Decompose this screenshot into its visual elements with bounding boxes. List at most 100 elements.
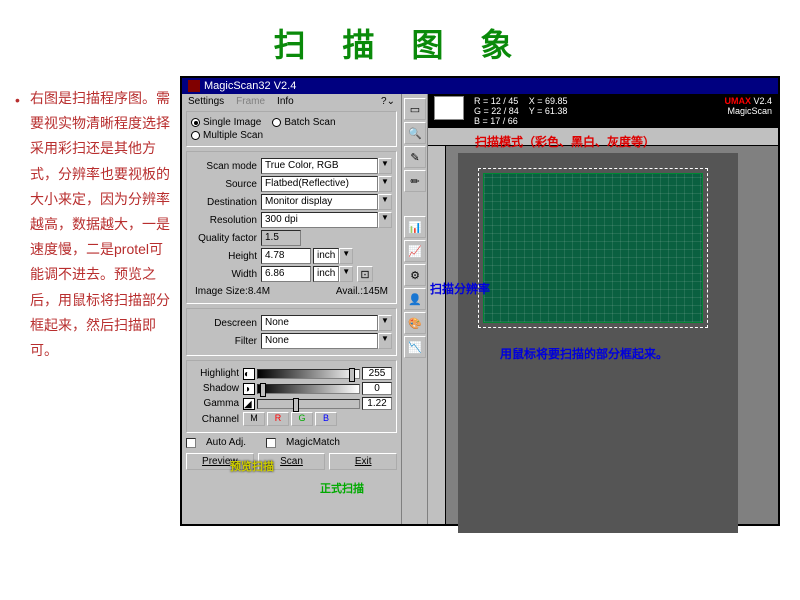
selection-rectangle[interactable] (478, 168, 708, 328)
status-y: Y = 61.38 (529, 106, 568, 116)
shadow-icon: ◑ (243, 383, 255, 395)
height-label: Height (191, 251, 261, 262)
auto-adj-checkbox[interactable] (186, 438, 196, 448)
radio-multiple-label: Multiple Scan (203, 130, 263, 141)
height-input[interactable]: 4.78 (261, 248, 311, 264)
chevron-down-icon[interactable]: ▼ (339, 248, 353, 264)
chevron-down-icon[interactable]: ▼ (378, 194, 392, 210)
window-title: MagicScan32 V2.4 (204, 80, 296, 92)
chevron-down-icon[interactable]: ▼ (378, 315, 392, 331)
preview-button[interactable]: Preview (186, 453, 254, 470)
window-titlebar: MagicScan32 V2.4 (182, 78, 778, 94)
radio-single-image[interactable] (191, 118, 200, 127)
radio-single-label: Single Image (203, 117, 261, 128)
shadow-label: Shadow (191, 383, 241, 394)
preview-area[interactable] (428, 128, 778, 524)
lock-aspect-icon[interactable]: ⊡ (357, 266, 373, 282)
magicmatch-label: MagicMatch (286, 437, 340, 448)
radio-multiple-scan[interactable] (191, 131, 200, 140)
adjust-section: Highlight ◐ 255 Shadow ◑ 0 Gamma ◢ (186, 360, 397, 433)
height-unit[interactable]: inch (313, 248, 339, 264)
scan-settings-section: Scan mode True Color, RGB ▼ Source Flatb… (186, 151, 397, 304)
status-bar: R = 12 / 45 G = 22 / 84 B = 17 / 66 X = … (428, 94, 778, 128)
color-wheel-icon[interactable]: 🎨 (404, 312, 426, 334)
curves-icon[interactable]: 📈 (404, 240, 426, 262)
status-g: G = 22 / 84 (474, 106, 519, 116)
channel-m-button[interactable]: M (243, 412, 265, 426)
menu-settings[interactable]: Settings (188, 96, 224, 107)
description-panel: 右图是扫描程序图。需要视实物清晰程度选择采用彩扫还是其他方式，分辨率也要视板的大… (10, 76, 180, 526)
selection-tool-icon[interactable]: ▭ (404, 98, 426, 120)
color-balance-icon[interactable]: ⚙ (404, 264, 426, 286)
version-label: V2.4 (753, 96, 772, 106)
image-size-label: Image Size: (195, 286, 248, 297)
highlight-icon: ◐ (243, 368, 255, 380)
action-buttons: Preview Scan Exit (182, 450, 401, 473)
eyedropper-black-icon[interactable]: ✏ (404, 170, 426, 192)
status-r: R = 12 / 45 (474, 96, 519, 106)
scan-button[interactable]: Scan (258, 453, 326, 470)
checkbox-row: Auto Adj. MagicMatch (182, 435, 401, 450)
menubar: Settings Frame Info ?⌄ (182, 94, 401, 109)
scanner-app-window: MagicScan32 V2.4 Settings Frame Info ?⌄ … (180, 76, 780, 526)
magicmatch-checkbox[interactable] (266, 438, 276, 448)
scan-mode-select[interactable]: True Color, RGB (261, 158, 378, 174)
filter-label: Filter (191, 336, 261, 347)
histogram-icon[interactable]: 📉 (404, 336, 426, 358)
exit-button[interactable]: Exit (329, 453, 397, 470)
width-unit[interactable]: inch (313, 266, 339, 282)
width-label: Width (191, 269, 261, 280)
gamma-label: Gamma (191, 398, 241, 409)
filter-section: Descreen None ▼ Filter None ▼ (186, 308, 397, 356)
levels-icon[interactable]: 📊 (404, 216, 426, 238)
horizontal-ruler (428, 128, 778, 146)
resolution-select[interactable]: 300 dpi (261, 212, 378, 228)
radio-batch-scan[interactable] (272, 118, 281, 127)
portrait-icon[interactable]: 👤 (404, 288, 426, 310)
channel-g-button[interactable]: G (291, 412, 313, 426)
image-size-value: 8.4M (248, 286, 270, 297)
menu-help-icon[interactable]: ?⌄ (381, 96, 395, 107)
scan-bed (458, 153, 738, 533)
radio-batch-label: Batch Scan (284, 117, 335, 128)
menu-info[interactable]: Info (277, 96, 294, 107)
vertical-ruler (428, 146, 446, 524)
filter-select[interactable]: None (261, 333, 378, 349)
quality-label: Quality factor (191, 233, 261, 244)
shadow-slider[interactable] (257, 384, 360, 394)
zoom-tool-icon[interactable]: 🔍 (404, 122, 426, 144)
vertical-toolbar: ▭ 🔍 ✎ ✏ 📊 📈 ⚙ 👤 🎨 📉 (402, 94, 428, 524)
avail-value: 145M (363, 286, 388, 297)
descreen-select[interactable]: None (261, 315, 378, 331)
source-select[interactable]: Flatbed(Reflective) (261, 176, 378, 192)
source-label: Source (191, 179, 261, 190)
auto-adj-label: Auto Adj. (206, 437, 246, 448)
destination-label: Destination (191, 197, 261, 208)
gamma-icon: ◢ (243, 398, 255, 410)
highlight-slider[interactable] (257, 369, 360, 379)
color-preview-swatch (434, 96, 464, 120)
quality-input: 1.5 (261, 230, 301, 246)
highlight-value[interactable]: 255 (362, 367, 392, 380)
page-title: 扫 描 图 象 (0, 0, 800, 76)
chevron-down-icon[interactable]: ▼ (378, 333, 392, 349)
gamma-slider[interactable] (257, 399, 360, 409)
destination-select[interactable]: Monitor display (261, 194, 378, 210)
chevron-down-icon[interactable]: ▼ (378, 158, 392, 174)
description-text: 右图是扫描程序图。需要视实物清晰程度选择采用彩扫还是其他方式，分辨率也要视板的大… (30, 86, 170, 363)
chevron-down-icon[interactable]: ▼ (378, 212, 392, 228)
chevron-down-icon[interactable]: ▼ (378, 176, 392, 192)
chevron-down-icon[interactable]: ▼ (339, 266, 353, 282)
gamma-value[interactable]: 1.22 (362, 397, 392, 410)
scan-mode-label: Scan mode (191, 161, 261, 172)
status-b: B = 17 / 66 (474, 116, 519, 126)
highlight-label: Highlight (191, 368, 241, 379)
channel-b-button[interactable]: B (315, 412, 337, 426)
width-input[interactable]: 6.86 (261, 266, 311, 282)
brand-label: UMAX (724, 96, 751, 106)
channel-r-button[interactable]: R (267, 412, 289, 426)
eyedropper-white-icon[interactable]: ✎ (404, 146, 426, 168)
settings-panel: Settings Frame Info ?⌄ Single Image Batc… (182, 94, 402, 524)
scan-type-section: Single Image Batch Scan Multiple Scan (186, 111, 397, 147)
shadow-value[interactable]: 0 (362, 382, 392, 395)
